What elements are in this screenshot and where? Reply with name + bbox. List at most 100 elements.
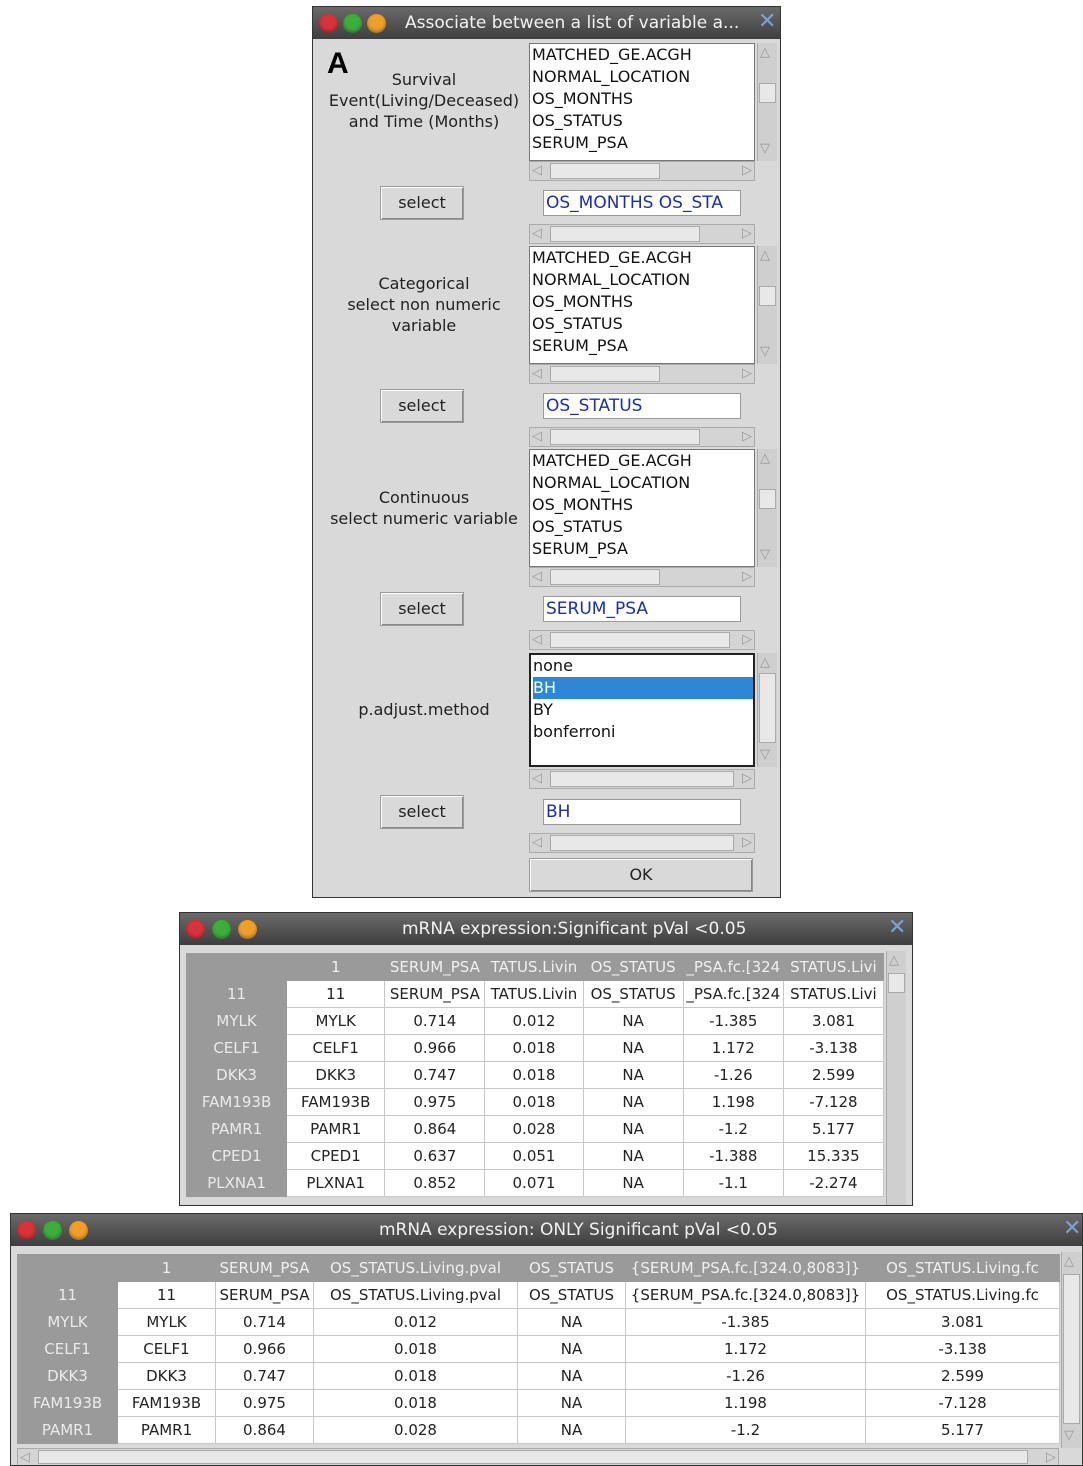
- survival-variable-list[interactable]: MATCHED_GE.ACGH NORMAL_LOCATION OS_MONTH…: [529, 43, 755, 161]
- arrow-left-icon[interactable]: ◁: [532, 226, 542, 241]
- arrow-right-icon[interactable]: ▷: [742, 632, 752, 647]
- table-cell[interactable]: CELF1: [117, 1335, 216, 1363]
- table-cell[interactable]: MYLK: [286, 1007, 386, 1035]
- table-cell[interactable]: -1.388: [682, 1142, 784, 1170]
- list-item[interactable]: bonferroni: [533, 721, 753, 743]
- table-cell[interactable]: 5.177: [782, 1115, 885, 1143]
- arrow-right-icon[interactable]: ▷: [742, 771, 752, 786]
- scroll-thumb[interactable]: [550, 429, 700, 445]
- vertical-scrollbar[interactable]: △ ▽: [1061, 1252, 1081, 1448]
- list-item[interactable]: OS_MONTHS: [532, 494, 754, 516]
- table-cell[interactable]: NA: [582, 1169, 684, 1197]
- table-cell[interactable]: 0.714: [215, 1308, 314, 1336]
- scroll-thumb[interactable]: [759, 489, 776, 509]
- scroll-thumb[interactable]: [550, 226, 700, 242]
- arrow-right-icon[interactable]: ▷: [742, 835, 752, 850]
- row-header[interactable]: MYLK: [17, 1308, 118, 1336]
- arrow-left-icon[interactable]: ◁: [532, 835, 542, 850]
- row-header[interactable]: DKK3: [17, 1362, 118, 1390]
- select-survival-button[interactable]: select: [380, 186, 464, 220]
- window-minimize-dot[interactable]: [367, 14, 386, 33]
- window-minimize-dot[interactable]: [69, 1221, 88, 1240]
- row-header[interactable]: CELF1: [185, 1034, 288, 1062]
- table-cell[interactable]: 0.714: [384, 1007, 486, 1035]
- horizontal-scrollbar[interactable]: ◁ ▷: [17, 1448, 1059, 1465]
- table-cell[interactable]: 0.018: [484, 1034, 584, 1062]
- table-cell[interactable]: PAMR1: [117, 1416, 216, 1444]
- arrow-down-icon[interactable]: ▽: [760, 344, 770, 359]
- title-bar[interactable]: mRNA expression:Significant pVal <0.05 ✕: [180, 913, 912, 945]
- table-cell[interactable]: SERUM_PSA: [384, 980, 486, 1008]
- table-cell[interactable]: 3.081: [865, 1308, 1060, 1336]
- table-cell[interactable]: FAM193B: [286, 1088, 386, 1116]
- list-item[interactable]: OS_STATUS: [532, 110, 754, 132]
- table-cell[interactable]: NA: [517, 1416, 626, 1444]
- window-minimize-dot[interactable]: [238, 920, 257, 939]
- row-header[interactable]: CELF1: [17, 1335, 118, 1363]
- column-header[interactable]: _PSA.fc.[324: [682, 953, 784, 981]
- select-p-adjust-button[interactable]: select: [380, 795, 464, 829]
- scroll-thumb[interactable]: [38, 1450, 1028, 1464]
- table-cell[interactable]: 0.966: [215, 1335, 314, 1363]
- table-cell[interactable]: -1.26: [625, 1362, 866, 1390]
- table-cell[interactable]: 0.028: [313, 1416, 518, 1444]
- scroll-thumb[interactable]: [759, 286, 776, 306]
- table-cell[interactable]: -1.26: [682, 1061, 784, 1089]
- table-cell[interactable]: NA: [582, 1142, 684, 1170]
- arrow-right-icon[interactable]: ▷: [742, 429, 752, 444]
- vertical-scrollbar[interactable]: △ ▽: [757, 653, 777, 767]
- list-item[interactable]: MATCHED_GE.ACGH: [532, 247, 754, 269]
- table-cell[interactable]: SERUM_PSA: [215, 1281, 314, 1309]
- table-cell[interactable]: -7.128: [782, 1088, 885, 1116]
- list-item[interactable]: OS_STATUS: [532, 313, 754, 335]
- table-cell[interactable]: 0.018: [313, 1362, 518, 1390]
- table-cell[interactable]: 0.966: [384, 1034, 486, 1062]
- categorical-variable-list[interactable]: MATCHED_GE.ACGH NORMAL_LOCATION OS_MONTH…: [529, 246, 755, 364]
- table-cell[interactable]: 0.012: [313, 1308, 518, 1336]
- horizontal-scrollbar[interactable]: ◁ ▷: [529, 364, 755, 384]
- row-header[interactable]: DKK3: [185, 1061, 288, 1089]
- row-header[interactable]: 11: [17, 1281, 118, 1309]
- table-cell[interactable]: PLXNA1: [286, 1169, 386, 1197]
- arrow-left-icon[interactable]: ◁: [532, 429, 542, 444]
- arrow-right-icon[interactable]: ▷: [742, 366, 752, 381]
- table-cell[interactable]: 2.599: [782, 1061, 885, 1089]
- table-cell[interactable]: 3.081: [782, 1007, 885, 1035]
- row-header[interactable]: FAM193B: [185, 1088, 288, 1116]
- table-cell[interactable]: 0.852: [384, 1169, 486, 1197]
- title-bar[interactable]: Associate between a list of variable a..…: [313, 7, 780, 39]
- table-cell[interactable]: OS_STATUS: [582, 980, 684, 1008]
- list-item[interactable]: MATCHED_GE.ACGH: [532, 44, 754, 66]
- list-item[interactable]: NORMAL_LOCATION: [532, 472, 754, 494]
- list-item[interactable]: NORMAL_LOCATION: [532, 269, 754, 291]
- arrow-left-icon[interactable]: ◁: [532, 632, 542, 647]
- table-cell[interactable]: 0.018: [484, 1061, 584, 1089]
- table-cell[interactable]: STATUS.Livi: [782, 980, 885, 1008]
- arrow-left-icon[interactable]: ◁: [532, 366, 542, 381]
- row-header[interactable]: MYLK: [185, 1007, 288, 1035]
- list-item[interactable]: BY: [533, 699, 753, 721]
- table-cell[interactable]: NA: [517, 1362, 626, 1390]
- table-cell[interactable]: _PSA.fc.[324: [682, 980, 784, 1008]
- vertical-scrollbar[interactable]: △: [886, 951, 906, 1205]
- select-continuous-button[interactable]: select: [380, 592, 464, 626]
- table-cell[interactable]: 0.018: [313, 1389, 518, 1417]
- arrow-up-icon[interactable]: △: [1064, 1254, 1074, 1269]
- horizontal-scrollbar[interactable]: ◁ ▷: [529, 161, 755, 181]
- horizontal-scrollbar[interactable]: ◁ ▷: [529, 427, 755, 447]
- list-item[interactable]: OS_STATUS: [532, 516, 754, 538]
- arrow-left-icon[interactable]: ◁: [532, 771, 542, 786]
- row-header[interactable]: PAMR1: [17, 1416, 118, 1444]
- column-header[interactable]: OS_STATUS.Living.pval: [313, 1254, 518, 1282]
- table-cell[interactable]: 0.637: [384, 1142, 486, 1170]
- title-bar[interactable]: mRNA expression: ONLY Significant pVal <…: [11, 1214, 1082, 1246]
- table-cell[interactable]: 0.975: [215, 1389, 314, 1417]
- table-cell[interactable]: 15.335: [782, 1142, 885, 1170]
- continuous-selected-field[interactable]: SERUM_PSA: [543, 596, 741, 622]
- list-item[interactable]: OS_MONTHS: [532, 88, 754, 110]
- vertical-scrollbar[interactable]: △ ▽: [757, 449, 777, 567]
- close-icon[interactable]: ✕: [1063, 1216, 1081, 1241]
- list-item-selected[interactable]: BH: [533, 677, 753, 699]
- table-cell[interactable]: -1.2: [625, 1416, 866, 1444]
- arrow-right-icon[interactable]: ▷: [742, 226, 752, 241]
